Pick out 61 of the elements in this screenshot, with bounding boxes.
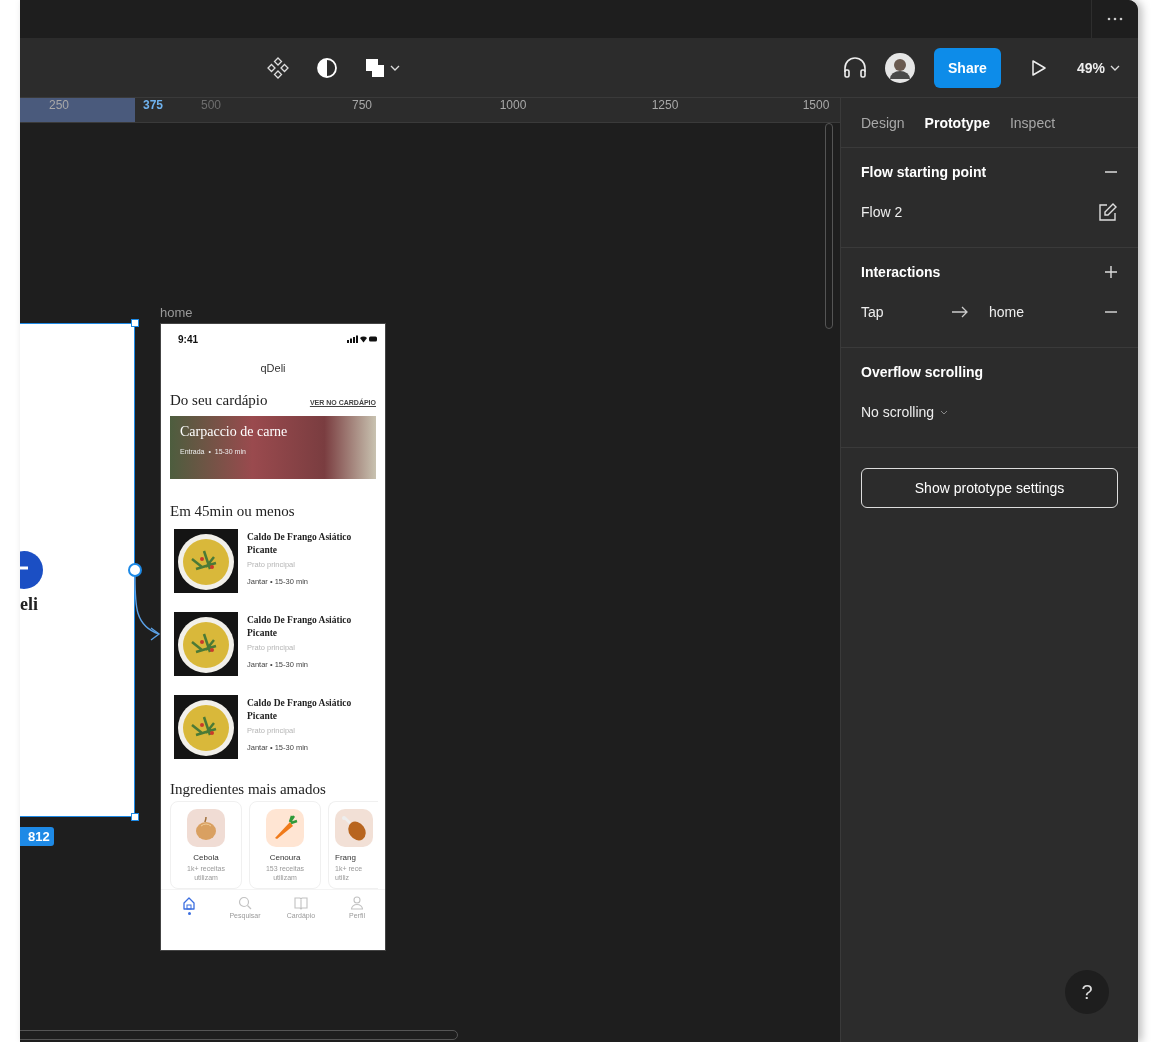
recipe-title: Caldo De Frango Asiático Picante	[247, 697, 353, 723]
section-title: Do seu cardápio	[170, 392, 268, 409]
edit-icon[interactable]	[1098, 202, 1118, 222]
size-badge: 812	[20, 827, 54, 846]
ruler-label: 500	[201, 98, 221, 114]
ruler-label: 1000	[499, 98, 527, 114]
interaction-trigger[interactable]: Tap	[861, 304, 951, 320]
section-title: Flow starting point	[861, 164, 987, 180]
photo-placeholder	[174, 612, 238, 676]
home-icon	[182, 896, 196, 910]
headphones-icon[interactable]	[841, 55, 868, 80]
zoom-dropdown[interactable]: 49%	[1076, 59, 1120, 76]
app-title: qDeli	[259, 362, 287, 374]
book-icon	[294, 896, 308, 910]
ruler-label: 1500	[802, 98, 830, 114]
arrow-icon	[951, 306, 969, 318]
more-icon[interactable]	[1107, 17, 1123, 21]
prototype-settings-button[interactable]: Show prototype settings	[861, 468, 1118, 508]
section-title: Ingredientes mais amados	[169, 781, 327, 798]
photo-placeholder	[174, 695, 238, 759]
contrast-icon[interactable]	[316, 56, 338, 79]
ingredient-name: Cenoura	[269, 853, 301, 862]
play-icon[interactable]	[1030, 58, 1047, 77]
selection-handle[interactable]	[131, 319, 139, 327]
connection-handle[interactable]	[128, 563, 142, 577]
section-title: Interactions	[861, 264, 941, 280]
caret-icon	[940, 409, 949, 415]
avatar[interactable]	[884, 52, 915, 83]
overlapping-squares-icon[interactable]	[364, 56, 386, 79]
interaction-target[interactable]: home	[989, 304, 1025, 320]
search-icon	[238, 896, 252, 910]
ruler-label: 1250	[651, 98, 679, 114]
active-dot	[187, 912, 191, 915]
share-button[interactable]: Share	[933, 47, 1001, 88]
help-button[interactable]: ?	[1065, 970, 1109, 1014]
status-time: 9:41	[178, 333, 198, 345]
card-title: Carpaccio de carne	[180, 424, 289, 440]
ruler-label: 750	[352, 98, 372, 114]
recipe-title: Caldo De Frango Asiático Picante	[247, 531, 353, 557]
status-icons	[347, 335, 377, 343]
panel-tab[interactable]: Design	[853, 114, 913, 131]
section-title: Overflow scrolling	[861, 364, 984, 380]
flow-name[interactable]: Flow 2	[861, 204, 903, 220]
person-icon	[350, 896, 364, 910]
ruler-label: 250	[49, 98, 69, 114]
caret-icon	[1110, 64, 1120, 71]
ruler-label: 375	[143, 98, 163, 114]
ingredient-name: Frang	[335, 853, 356, 862]
caret-icon[interactable]	[390, 64, 400, 71]
overflow-dropdown[interactable]: No scrolling	[861, 404, 949, 420]
components-icon[interactable]	[266, 55, 290, 80]
frame-label[interactable]: home	[160, 305, 193, 320]
selection-handle[interactable]	[131, 813, 139, 821]
ingredient-name: Cebola	[193, 853, 219, 862]
panel-tab[interactable]: Inspect	[1001, 114, 1064, 131]
section-title: Em 45min ou menos	[169, 503, 296, 520]
photo-placeholder	[174, 529, 238, 593]
panel-tab[interactable]: Prototype	[916, 114, 998, 131]
plus-icon[interactable]	[1104, 265, 1118, 279]
recipe-title: Caldo De Frango Asiático Picante	[247, 614, 353, 640]
logo-text: eli	[20, 594, 38, 615]
